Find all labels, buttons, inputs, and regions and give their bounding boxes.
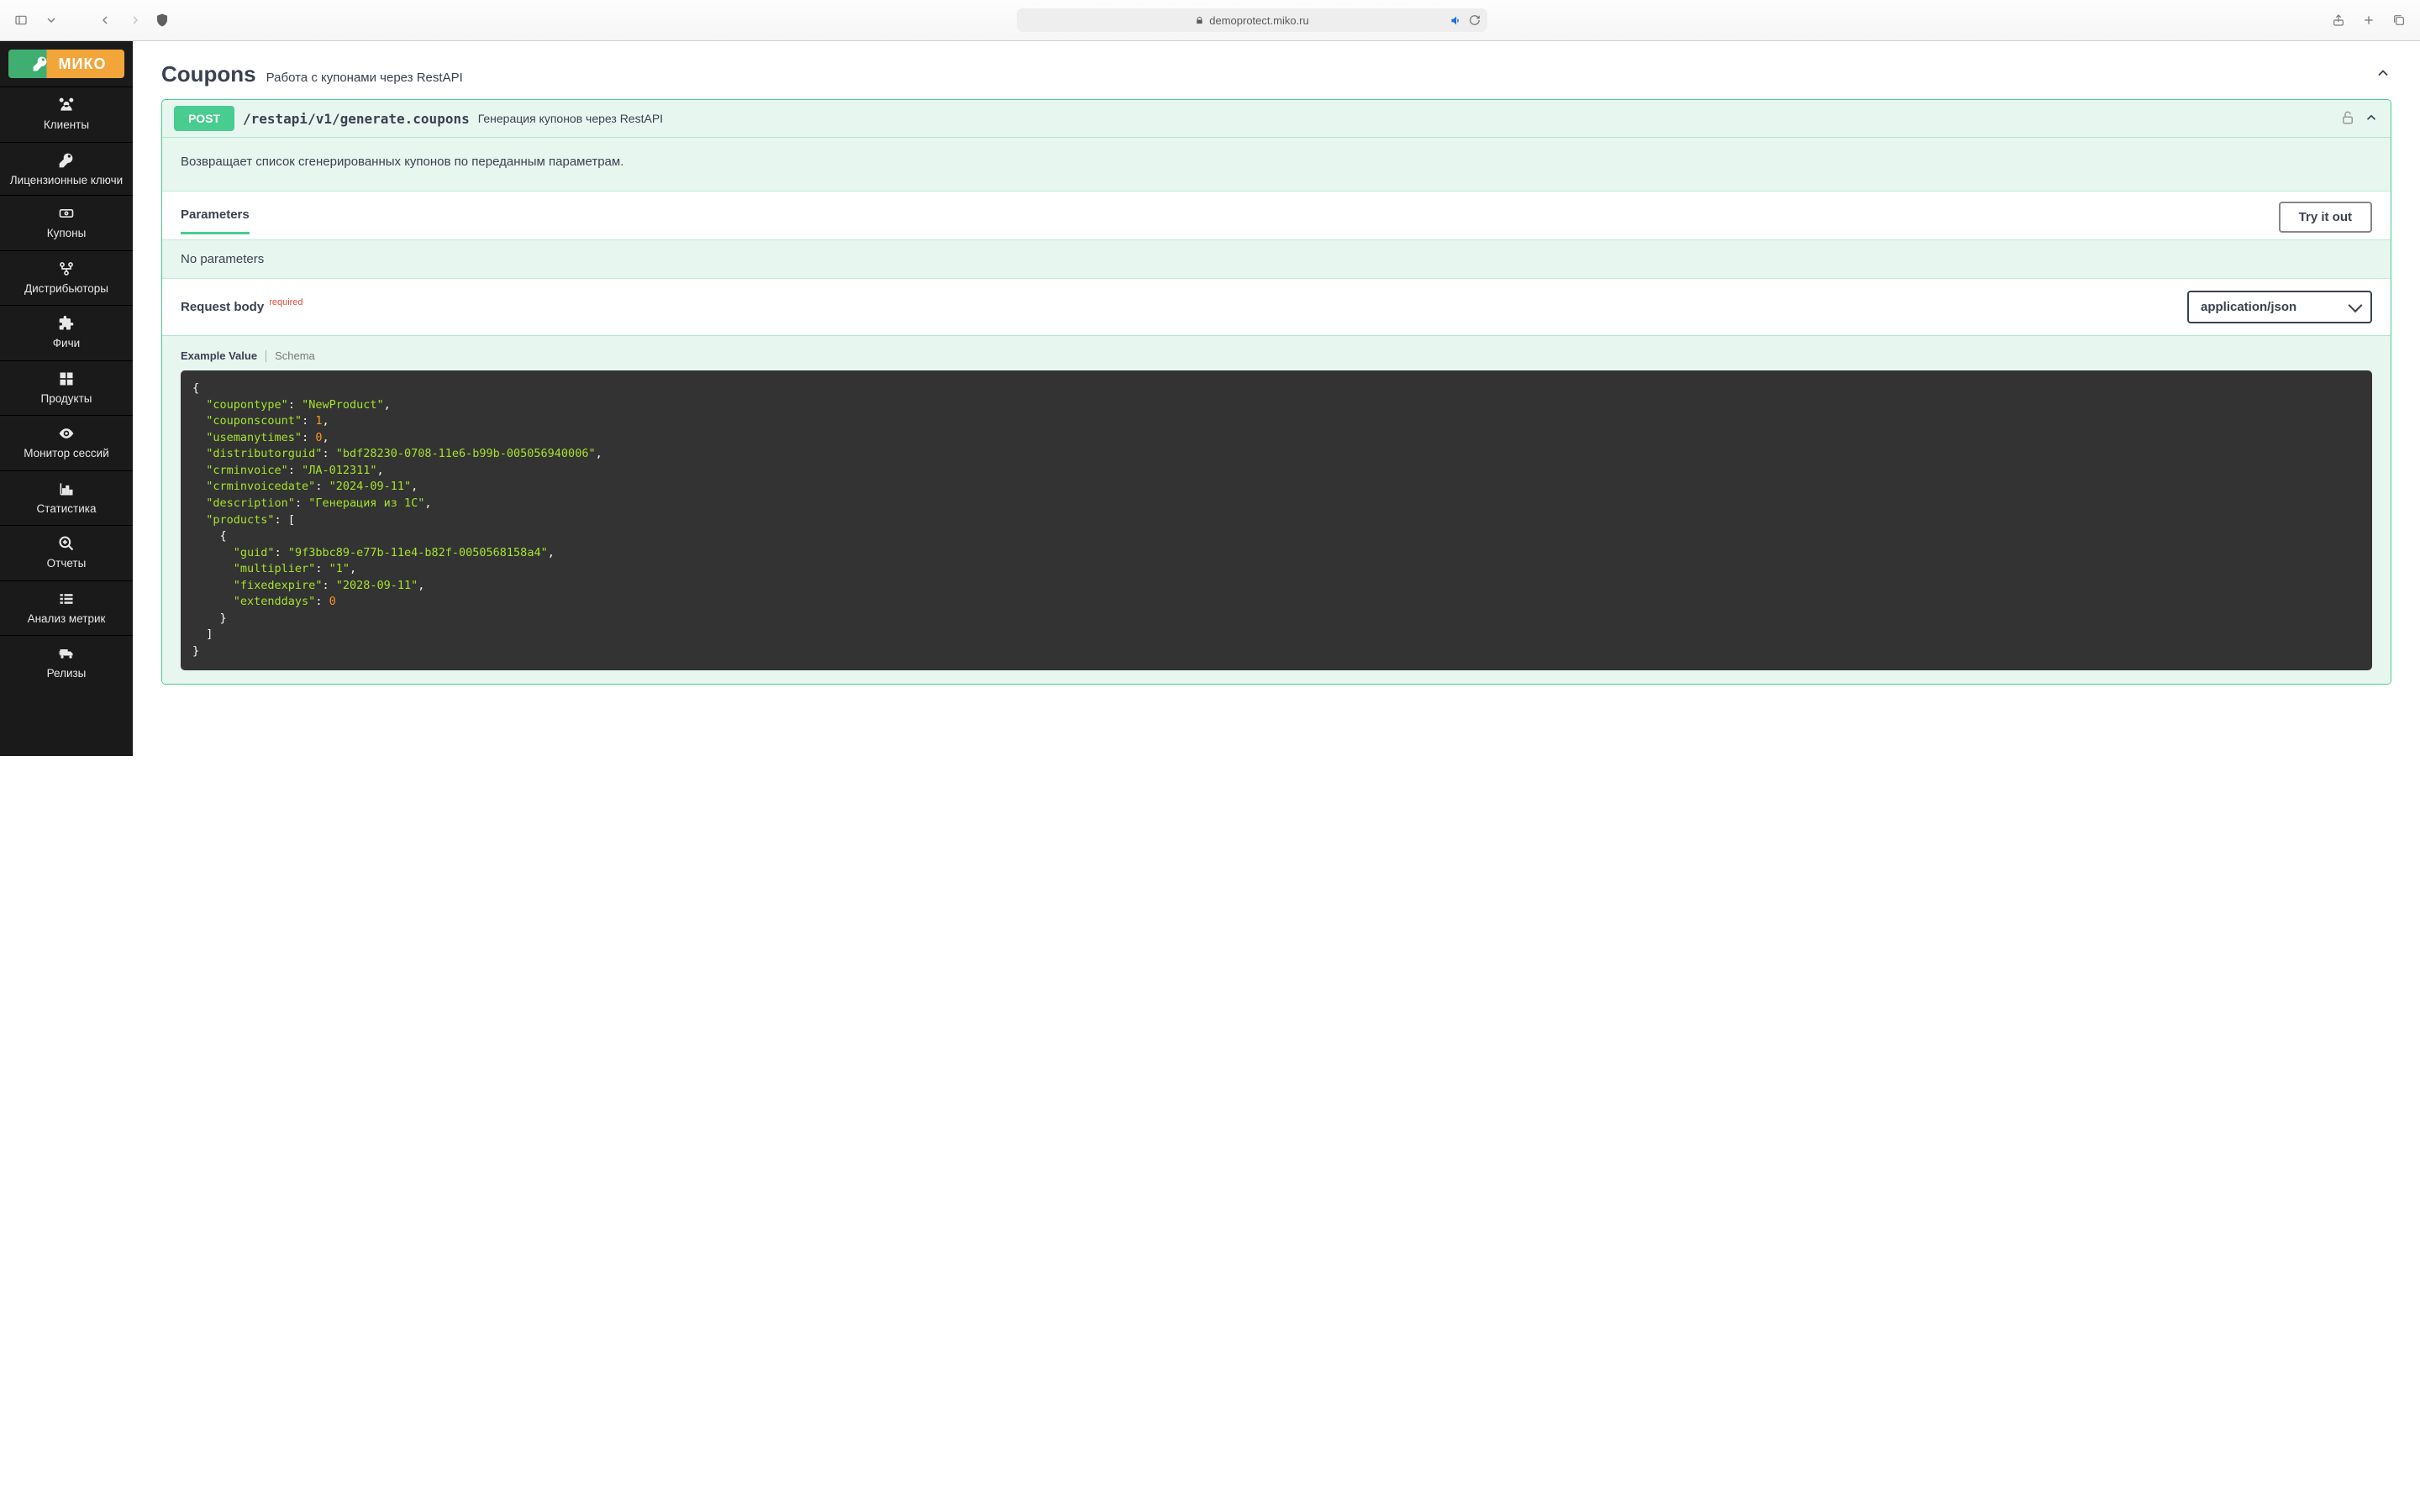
sidebar-item-label: Фичи bbox=[53, 337, 80, 350]
new-tab-icon[interactable] bbox=[2358, 9, 2380, 31]
example-json-code[interactable]: { "coupontype": "NewProduct", "couponsco… bbox=[181, 370, 2372, 670]
sidebar-item-label: Клиенты bbox=[44, 118, 89, 132]
unlock-icon[interactable] bbox=[2340, 110, 2355, 128]
operation-description: Возвращает список сгенерированных купоно… bbox=[162, 138, 2391, 191]
address-bar[interactable]: demoprotect.miko.ru bbox=[1017, 8, 1487, 32]
section-header[interactable]: Coupons Работа с купонами через RestAPI bbox=[161, 61, 2391, 87]
sound-icon[interactable] bbox=[1449, 14, 1462, 27]
sidebar-item-reports[interactable]: Отчеты bbox=[0, 525, 133, 580]
operation-card: POST /restapi/v1/generate.coupons Генера… bbox=[161, 99, 2391, 685]
page-subtitle: Работа с купонами через RestAPI bbox=[266, 71, 463, 85]
operation-header[interactable]: POST /restapi/v1/generate.coupons Генера… bbox=[162, 100, 2391, 137]
operation-summary: Генерация купонов через RestAPI bbox=[478, 112, 663, 125]
sidebar-item-license-keys[interactable]: Лицензионные ключи bbox=[0, 142, 133, 196]
collapse-section-icon[interactable] bbox=[2375, 65, 2391, 84]
sidebar-item-metrics[interactable]: Анализ метрик bbox=[0, 580, 133, 636]
content-type-select[interactable]: application/json bbox=[2187, 291, 2372, 323]
operation-path: /restapi/v1/generate.coupons bbox=[243, 111, 470, 127]
content-type-value: application/json bbox=[2201, 300, 2296, 314]
sidebar: МИКО Клиенты Лицензионные ключи Купоны Д… bbox=[0, 41, 133, 756]
tab-example-value[interactable]: Example Value bbox=[181, 349, 257, 362]
key-icon bbox=[57, 152, 76, 169]
sidebar-item-label: Купоны bbox=[47, 227, 87, 240]
collapse-operation-icon[interactable] bbox=[2364, 110, 2379, 128]
method-badge: POST bbox=[174, 106, 234, 131]
logo[interactable]: МИКО bbox=[0, 41, 133, 87]
reload-icon[interactable] bbox=[1469, 14, 1481, 26]
sidebar-item-releases[interactable]: Релизы bbox=[0, 635, 133, 690]
sidebar-item-label: Лицензионные ключи bbox=[10, 174, 123, 187]
sidebar-item-session-monitor[interactable]: Монитор сессий bbox=[0, 415, 133, 470]
sidebar-item-statistics[interactable]: Статистика bbox=[0, 470, 133, 526]
sidebar-item-clients[interactable]: Клиенты bbox=[0, 87, 133, 142]
no-parameters-text: No parameters bbox=[162, 240, 2391, 278]
sidebar-item-label: Дистрибьюторы bbox=[24, 282, 108, 296]
zoom-in-icon bbox=[57, 535, 76, 552]
sidebar-item-distributors[interactable]: Дистрибьюторы bbox=[0, 250, 133, 306]
ticket-icon bbox=[57, 205, 76, 222]
forward-button[interactable] bbox=[124, 9, 146, 31]
chart-icon bbox=[57, 480, 76, 497]
browser-toolbar: demoprotect.miko.ru bbox=[0, 0, 2420, 41]
main-content: Coupons Работа с купонами через RestAPI … bbox=[133, 41, 2420, 756]
branch-icon bbox=[57, 260, 76, 277]
shield-icon[interactable] bbox=[155, 8, 170, 32]
sidebar-item-label: Статистика bbox=[37, 502, 97, 516]
chevron-down-icon[interactable] bbox=[40, 9, 62, 31]
sidebar-item-label: Отчеты bbox=[47, 557, 87, 570]
sidebar-item-label: Монитор сессий bbox=[24, 447, 109, 460]
tab-schema[interactable]: Schema bbox=[275, 349, 315, 362]
tab-parameters[interactable]: Parameters bbox=[181, 207, 250, 234]
sidebar-item-label: Продукты bbox=[41, 392, 92, 406]
tabs-icon[interactable] bbox=[2388, 9, 2410, 31]
share-icon[interactable] bbox=[2328, 9, 2349, 31]
truck-icon bbox=[57, 645, 76, 662]
eye-icon bbox=[57, 425, 76, 442]
try-it-out-button[interactable]: Try it out bbox=[2279, 202, 2372, 233]
url-text: demoprotect.miko.ru bbox=[1209, 14, 1309, 27]
list-icon bbox=[57, 591, 76, 607]
puzzle-icon bbox=[57, 315, 76, 332]
key-icon bbox=[27, 50, 54, 78]
required-badge: required bbox=[269, 297, 302, 307]
lock-icon bbox=[1195, 16, 1204, 25]
sidebar-item-coupons[interactable]: Купоны bbox=[0, 195, 133, 250]
sidebar-item-products[interactable]: Продукты bbox=[0, 360, 133, 416]
sidebar-item-label: Релизы bbox=[47, 667, 87, 680]
sidebar-toggle-icon[interactable] bbox=[10, 9, 32, 31]
sidebar-item-features[interactable]: Фичи bbox=[0, 305, 133, 360]
back-button[interactable] bbox=[94, 9, 116, 31]
users-icon bbox=[57, 97, 76, 113]
brand-name: МИКО bbox=[59, 55, 107, 73]
request-body-label: Request body bbox=[181, 300, 264, 314]
grid-icon bbox=[57, 370, 76, 387]
page-title: Coupons bbox=[161, 61, 256, 87]
sidebar-item-label: Анализ метрик bbox=[28, 612, 106, 626]
